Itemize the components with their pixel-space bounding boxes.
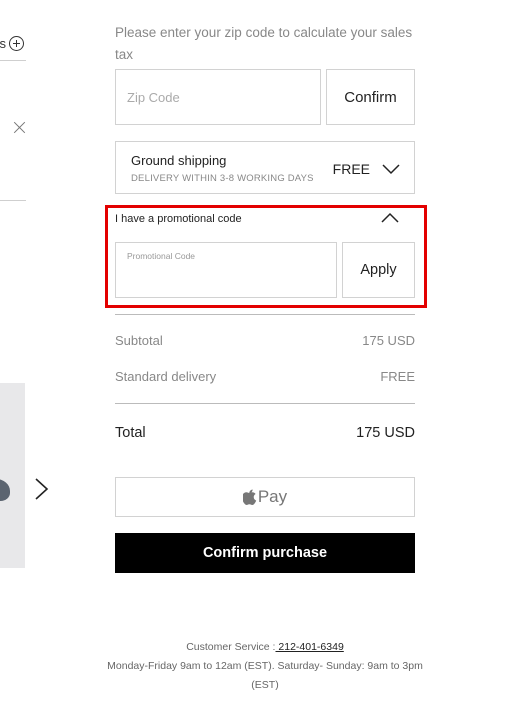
add-item-row[interactable]: s (0, 36, 26, 51)
subtotal-label: Subtotal (115, 333, 163, 348)
product-thumbnail-icon (0, 479, 10, 501)
shipping-method-select[interactable]: Ground shipping DELIVERY WITHIN 3-8 WORK… (115, 141, 415, 194)
delivery-value: FREE (380, 369, 415, 384)
plus-circle-icon[interactable] (9, 36, 24, 51)
zip-code-input[interactable] (115, 69, 321, 125)
chevron-down-icon[interactable] (382, 163, 400, 175)
customer-service-hours: Monday-Friday 9am to 12am (EST). Saturda… (107, 660, 423, 691)
total-value: 175 USD (356, 425, 415, 441)
customer-service-label: Customer Service : (186, 641, 276, 653)
delivery-label: Standard delivery (115, 369, 217, 384)
apply-promo-button[interactable]: Apply (342, 242, 415, 298)
left-panel: s (0, 0, 26, 723)
customer-service-info: Customer Service : 212-401-6349 Monday-F… (105, 638, 425, 695)
zip-confirm-button[interactable]: Confirm (326, 69, 415, 125)
apple-logo-icon (242, 489, 257, 505)
chevron-up-icon[interactable] (381, 212, 399, 224)
shipping-price: FREE (332, 161, 370, 177)
divider (0, 60, 26, 61)
close-icon[interactable] (13, 121, 26, 134)
add-item-label: s (0, 36, 6, 51)
chevron-right-icon[interactable] (32, 478, 52, 500)
total-row: Total 175 USD (115, 425, 415, 441)
shipping-title: Ground shipping (131, 153, 227, 168)
product-image[interactable] (0, 383, 25, 568)
subtotal-row: Subtotal 175 USD (115, 333, 415, 348)
divider (0, 200, 26, 201)
zip-prompt-text: Please enter your zip code to calculate … (115, 25, 413, 62)
customer-service-phone-link[interactable]: 212-401-6349 (275, 641, 343, 653)
apple-pay-button[interactable]: Pay (115, 477, 415, 517)
divider (115, 314, 415, 315)
delivery-row: Standard delivery FREE (115, 369, 415, 384)
apple-pay-label: Pay (257, 487, 288, 506)
promo-code-field-label: Promotional Code (127, 251, 196, 261)
confirm-purchase-button[interactable]: Confirm purchase (115, 533, 415, 573)
subtotal-value: 175 USD (362, 333, 415, 348)
divider (115, 403, 415, 404)
promo-code-input[interactable]: Promotional Code (115, 242, 337, 298)
promo-toggle-label[interactable]: I have a promotional code (115, 213, 242, 225)
shipping-subtitle: DELIVERY WITHIN 3-8 WORKING DAYS (131, 173, 314, 184)
total-label: Total (115, 425, 146, 441)
